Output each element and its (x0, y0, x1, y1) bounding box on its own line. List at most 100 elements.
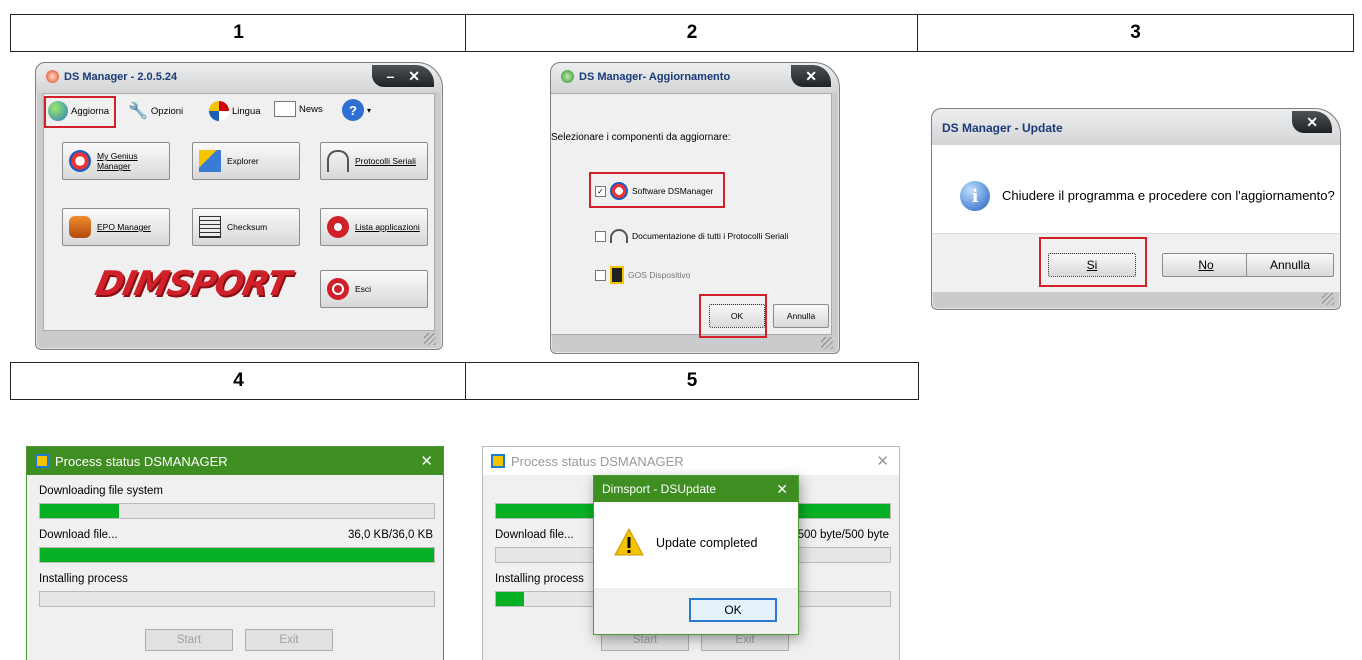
installing-process-label: Installing process (495, 573, 584, 585)
resize-grip[interactable] (821, 337, 833, 349)
toolbar-lingua[interactable]: Lingua (209, 101, 261, 121)
help-icon: ? (342, 99, 364, 121)
progress-file-system (39, 503, 435, 519)
progress-fill (496, 592, 524, 606)
app-icon (35, 454, 49, 468)
button-label: Lista applicazioni (355, 222, 420, 232)
toolbar-opzioni[interactable]: 🔧 Opzioni (128, 101, 183, 121)
no-button[interactable]: No (1162, 253, 1250, 277)
chevron-down-icon: ▾ (367, 105, 372, 115)
annulla-button[interactable]: Annulla (773, 304, 829, 328)
button-label: Checksum (227, 222, 268, 232)
resize-grip[interactable] (1322, 293, 1334, 305)
title-bar: DS Manager- Aggiornamento ✕ (551, 63, 839, 93)
aggiornamento-window: DS Manager- Aggiornamento ✕ Selezionare … (550, 62, 840, 354)
component-documentazione[interactable]: Documentazione di tutti i Protocolli Ser… (595, 229, 788, 243)
component-gos-dispositivo[interactable]: GOS Dispositivo (595, 266, 690, 284)
highlight-aggiorna (44, 96, 116, 128)
button-label: My Genius Manager (97, 151, 138, 171)
window-controls: – ✕ (372, 65, 434, 87)
window-title: DS Manager- Aggiornamento (579, 71, 731, 83)
checksum-button[interactable]: Checksum (192, 208, 300, 246)
toolbar-news[interactable]: News (274, 101, 323, 117)
power-icon (327, 278, 349, 300)
download-size: 500 byte/500 byte (797, 529, 889, 541)
step-header-5: 5 (465, 362, 919, 400)
dialog-ok-button[interactable]: OK (689, 598, 777, 622)
window-title: DS Manager - Update (942, 121, 1063, 135)
highlight-ok (699, 294, 767, 338)
my-genius-manager-button[interactable]: My Genius Manager (62, 142, 170, 180)
epo-manager-button[interactable]: EPO Manager (62, 208, 170, 246)
process-status-window-completed: Process status DSMANAGER ✕ Download file… (482, 446, 900, 660)
protocolli-seriali-button[interactable]: Protocolli Seriali (320, 142, 428, 180)
explorer-button[interactable]: Explorer (192, 142, 300, 180)
title-bar: Process status DSMANAGER ✕ (483, 447, 899, 475)
minimize-button[interactable]: – (386, 68, 394, 84)
cable-icon (327, 150, 349, 172)
annulla-button[interactable]: Annulla (1246, 253, 1334, 277)
cable-icon (610, 229, 628, 243)
toolbar-label: News (299, 103, 323, 115)
item-label: Documentazione di tutti i Protocolli Ser… (632, 231, 789, 241)
car-icon (69, 216, 91, 238)
app-icon (46, 70, 59, 83)
resize-grip[interactable] (424, 333, 436, 345)
window-title: Process status DSMANAGER (55, 453, 228, 469)
explorer-icon (199, 150, 221, 172)
window-controls: ✕ (1292, 111, 1332, 133)
button-label: Esci (355, 284, 372, 294)
step-header-4: 4 (10, 362, 467, 400)
flags-globe-icon (209, 101, 229, 121)
step-header-2: 2 (465, 14, 919, 52)
downloading-file-system-label: Downloading file system (39, 485, 164, 497)
button-label: Protocolli Seriali (355, 156, 416, 166)
message-panel: i Chiudere il programma e procedere con … (932, 145, 1340, 233)
toolbar-help[interactable]: ? ▾ (342, 99, 371, 121)
app-icon (491, 454, 505, 468)
checkbox-unchecked[interactable] (595, 269, 606, 281)
step-header-3: 3 (917, 14, 1354, 52)
close-button[interactable]: ✕ (805, 68, 817, 85)
dialog-title: Dimsport - DSUpdate (602, 482, 717, 496)
process-status-window: Process status DSMANAGER ✕ Downloading f… (26, 446, 444, 660)
warning-icon (614, 528, 644, 556)
esci-button[interactable]: Esci (320, 270, 428, 308)
lista-applicazioni-button[interactable]: Lista applicazioni (320, 208, 428, 246)
button-label: EPO Manager (97, 222, 151, 232)
window-title: DS Manager - 2.0.5.24 (64, 71, 178, 83)
window-controls: ✕ (791, 65, 831, 87)
dialog-panel: Selezionare i componenti da aggiornare: … (551, 93, 832, 338)
progress-installing (39, 591, 435, 607)
highlight-software-dsmanager (589, 172, 725, 208)
close-button[interactable]: ✕ (408, 68, 420, 85)
progress-fill (40, 548, 434, 562)
exit-button[interactable]: Exit (245, 629, 333, 651)
toolbar-label: Lingua (232, 105, 261, 117)
confirm-message: Chiudere il programma e procedere con l'… (1002, 188, 1335, 203)
toolbar-label: Opzioni (150, 105, 184, 117)
main-panel: Aggiorna 🔧 Opzioni Lingua News ? ▾ My Ge… (43, 93, 435, 331)
installing-process-label: Installing process (39, 573, 128, 585)
prompt-text: Selezionare i componenti da aggiornare: (551, 132, 731, 143)
wrench-icon: 🔧 (128, 103, 148, 120)
genius-icon (69, 150, 91, 172)
close-button[interactable]: ✕ (420, 452, 433, 470)
dialog-close-button[interactable]: ✕ (776, 481, 788, 498)
item-label: GOS Dispositivo (628, 270, 691, 280)
button-label: Explorer (227, 156, 259, 166)
checkbox-unchecked[interactable] (595, 230, 606, 242)
progress-fill (40, 504, 119, 518)
close-button[interactable]: ✕ (1306, 114, 1318, 131)
close-button[interactable]: ✕ (876, 452, 889, 470)
window-title: Process status DSMANAGER (511, 453, 684, 469)
title-bar: DS Manager - 2.0.5.24 – ✕ (36, 63, 442, 93)
dialog-title-bar: Dimsport - DSUpdate ✕ (594, 476, 798, 502)
download-file-label: Download file... (39, 529, 118, 541)
ds-manager-main-window: DS Manager - 2.0.5.24 – ✕ Aggiorna 🔧 Opz… (35, 62, 443, 350)
dimsport-logo: DIMSPORT (91, 264, 294, 304)
start-button[interactable]: Start (145, 629, 233, 651)
envelope-icon (274, 101, 296, 117)
dialog-message: Update completed (656, 536, 758, 550)
step-header-1: 1 (10, 14, 467, 52)
